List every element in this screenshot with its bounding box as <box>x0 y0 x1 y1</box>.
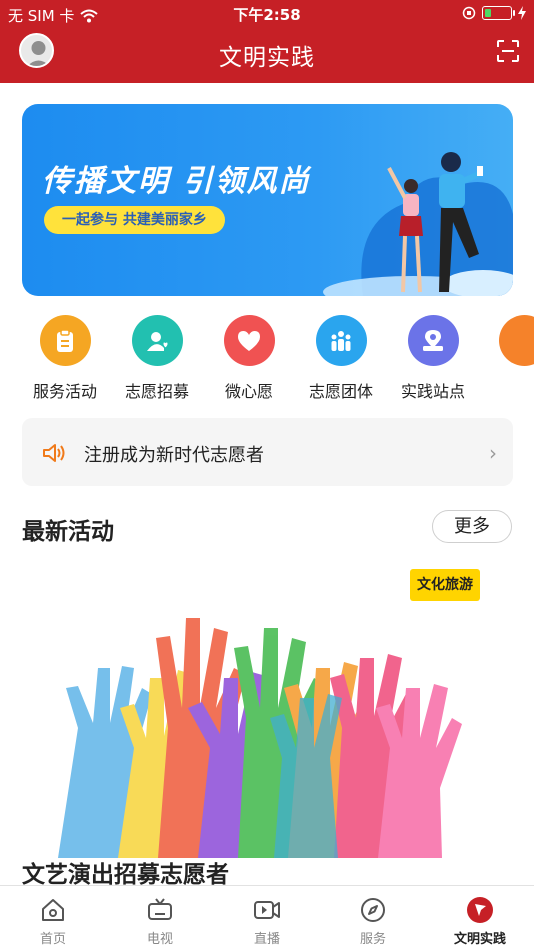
promo-banner[interactable]: 传播文明 引领风尚 一起参与 共建美丽家乡 <box>22 104 513 296</box>
battery-level <box>485 9 491 17</box>
hands-illustration <box>58 618 462 858</box>
clipboard-icon <box>39 315 91 366</box>
user-heart-icon <box>131 315 183 366</box>
status-right <box>462 6 526 20</box>
more-icon <box>499 315 534 366</box>
activity-image[interactable] <box>38 558 498 858</box>
quick-action-station[interactable]: 实践站点 <box>387 315 479 402</box>
quick-action-label: 实践站点 <box>400 382 465 401</box>
tab-live[interactable]: 直播 <box>227 896 307 947</box>
quick-action-label: 志愿招募 <box>124 382 189 401</box>
banner-illustration <box>323 152 513 296</box>
quick-action-wish[interactable]: 微心愿 <box>203 315 295 402</box>
speaker-icon <box>43 444 65 462</box>
status-time: 下午2:58 <box>233 6 301 24</box>
more-button[interactable]: 更多 <box>432 510 512 543</box>
tab-tv[interactable]: 电视 <box>120 896 200 947</box>
tab-home[interactable]: 首页 <box>13 896 93 947</box>
tab-label: 首页 <box>39 932 66 947</box>
tab-label: 文明实践 <box>453 932 506 947</box>
notice-text: 注册成为新时代志愿者 <box>84 445 264 466</box>
tab-civilization[interactable]: 文明实践 <box>440 896 520 947</box>
tab-bar: 首页 电视 直播 服务 文明实践 <box>0 885 534 950</box>
tv-icon <box>146 896 174 924</box>
volunteer-notice[interactable]: 注册成为新时代志愿者 › <box>22 418 513 486</box>
quick-actions: 服务活动 志愿招募 微心愿 志愿团体 实践站点 <box>0 315 534 410</box>
home-icon <box>39 896 67 924</box>
tab-label: 服务 <box>359 932 386 947</box>
quick-action-more[interactable] <box>479 315 534 366</box>
section-title: 最新活动 <box>22 519 114 545</box>
tab-label: 直播 <box>253 932 280 947</box>
heart-icon <box>223 315 275 366</box>
banner-subline: 一起参与 共建美丽家乡 <box>44 206 225 234</box>
page-title: 文明实践 <box>219 45 315 71</box>
app-header: 文明实践 <box>0 28 534 83</box>
banner-headline: 传播文明 引领风尚 <box>42 164 311 199</box>
charging-icon <box>518 6 526 20</box>
quick-action-recruit[interactable]: 志愿招募 <box>111 315 203 402</box>
tab-service[interactable]: 服务 <box>333 896 413 947</box>
quick-action-service[interactable]: 服务活动 <box>19 315 111 402</box>
orientation-lock-icon <box>462 6 476 20</box>
group-icon <box>315 315 367 366</box>
category-tag: 文化旅游 <box>410 569 480 601</box>
quick-action-group[interactable]: 志愿团体 <box>295 315 387 402</box>
quick-action-label: 服务活动 <box>32 382 97 401</box>
scan-icon[interactable] <box>496 39 520 63</box>
status-bar: 无 SIM 卡 下午2:58 <box>0 0 534 28</box>
battery-icon <box>482 6 515 20</box>
quick-action-label: 志愿团体 <box>308 382 373 401</box>
location-pin-icon <box>407 315 459 366</box>
chevron-right-icon: › <box>489 441 497 465</box>
tab-label: 电视 <box>146 932 173 947</box>
flag-icon <box>466 896 494 924</box>
live-video-icon <box>253 896 281 924</box>
activity-title[interactable]: 文艺演出招募志愿者 <box>22 855 229 885</box>
compass-icon <box>359 896 387 924</box>
quick-action-label: 微心愿 <box>224 382 273 401</box>
